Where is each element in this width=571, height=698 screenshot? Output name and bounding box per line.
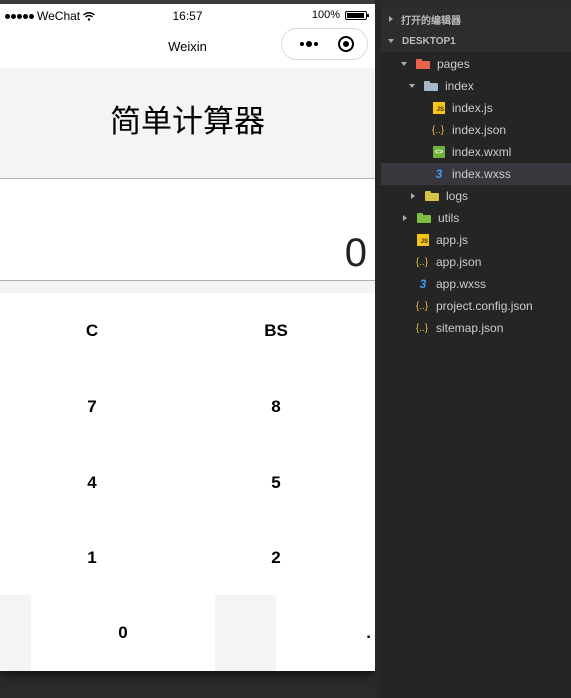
json-file-icon: {..} bbox=[415, 256, 429, 268]
wxss-file-icon: 3 bbox=[419, 277, 427, 291]
key-2[interactable]: 2 bbox=[184, 521, 368, 595]
project-label: DESKTOP1 bbox=[402, 35, 456, 47]
js-file-icon: JS bbox=[417, 234, 429, 246]
tree-item-label: sitemap.json bbox=[436, 321, 504, 335]
tree-item-utils[interactable]: utils bbox=[381, 207, 571, 229]
key-4[interactable]: 4 bbox=[0, 445, 184, 521]
tree-item-index-js[interactable]: JS index.js bbox=[381, 97, 571, 119]
keypad-gap bbox=[0, 281, 375, 293]
chevron-right-icon bbox=[389, 16, 393, 22]
tree-item-project-config[interactable]: {..} project.config.json bbox=[381, 295, 571, 317]
folder-pages-icon bbox=[416, 59, 430, 69]
key-1[interactable]: 1 bbox=[0, 521, 184, 595]
tree-item-label: index bbox=[445, 79, 474, 93]
tree-item-label: logs bbox=[446, 189, 469, 203]
key-0[interactable]: 0 bbox=[31, 595, 215, 671]
project-section[interactable]: DESKTOP1 bbox=[381, 30, 571, 52]
tree-item-index-wxss[interactable]: 3 index.wxss bbox=[381, 163, 571, 185]
battery-percent: 100% bbox=[311, 9, 340, 21]
tree-item-app-wxss[interactable]: 3 app.wxss bbox=[381, 273, 571, 295]
nav-bar: Weixin bbox=[0, 26, 375, 68]
more-dots-icon[interactable] bbox=[292, 29, 326, 59]
file-explorer: 打开的编辑器 DESKTOP1 pages index JS index.js … bbox=[381, 8, 571, 698]
simulator-phone: WeChat 16:57 100% Weixin 简单计算器 0 C BS 7 … bbox=[0, 0, 375, 671]
chevron-down-icon bbox=[409, 84, 415, 88]
display-value: 0 bbox=[344, 231, 367, 275]
tree-item-app-json[interactable]: {..} app.json bbox=[381, 251, 571, 273]
page-title: 简单计算器 bbox=[110, 104, 265, 139]
status-right: 100% bbox=[311, 9, 369, 21]
tree-item-label: app.json bbox=[436, 255, 482, 269]
menu-capsule bbox=[281, 28, 368, 60]
tree-item-label: index.js bbox=[452, 101, 493, 115]
tree-item-label: app.js bbox=[436, 233, 469, 247]
key-8[interactable]: 8 bbox=[184, 369, 368, 445]
chevron-down-icon bbox=[401, 62, 407, 66]
tree-item-index-folder[interactable]: index bbox=[381, 75, 571, 97]
key-decimal[interactable]: . bbox=[276, 595, 375, 671]
json-file-icon: {..} bbox=[431, 124, 445, 136]
title-area: 简单计算器 bbox=[0, 68, 375, 178]
tree-item-label: utils bbox=[438, 211, 460, 225]
chevron-down-icon bbox=[388, 39, 394, 43]
js-file-icon: JS bbox=[433, 102, 445, 114]
open-editors-section[interactable]: 打开的编辑器 bbox=[381, 8, 571, 30]
json-file-icon: {..} bbox=[415, 300, 429, 312]
tree-item-logs[interactable]: logs bbox=[381, 185, 571, 207]
folder-open-icon bbox=[424, 81, 438, 91]
tree-item-index-json[interactable]: {..} index.json bbox=[381, 119, 571, 141]
status-bar: WeChat 16:57 100% bbox=[0, 4, 375, 26]
tree-item-pages[interactable]: pages bbox=[381, 53, 571, 75]
wxss-file-icon: 3 bbox=[435, 167, 443, 181]
tree-item-label: index.wxml bbox=[452, 145, 512, 159]
calculator-display: 0 bbox=[0, 179, 375, 280]
open-editors-label: 打开的编辑器 bbox=[401, 15, 461, 27]
tree-item-sitemap[interactable]: {..} sitemap.json bbox=[381, 317, 571, 339]
tree-item-label: index.json bbox=[452, 123, 507, 137]
wxml-file-icon: <> bbox=[433, 146, 445, 158]
key-backspace[interactable]: BS bbox=[184, 293, 368, 369]
chevron-right-icon bbox=[411, 193, 415, 199]
tree-item-label: app.wxss bbox=[436, 277, 487, 291]
key-clear[interactable]: C bbox=[0, 293, 184, 369]
key-7[interactable]: 7 bbox=[0, 369, 184, 445]
key-5[interactable]: 5 bbox=[184, 445, 368, 521]
tree-item-label: project.config.json bbox=[436, 299, 533, 313]
battery-icon bbox=[345, 10, 369, 20]
folder-icon bbox=[417, 213, 431, 223]
folder-icon bbox=[425, 191, 439, 201]
json-file-icon: {..} bbox=[415, 322, 429, 334]
tree-item-app-js[interactable]: JS app.js bbox=[381, 229, 571, 251]
tree-item-label: pages bbox=[437, 57, 470, 71]
tree-item-label: index.wxss bbox=[452, 167, 511, 181]
capsule-close-icon[interactable] bbox=[338, 36, 354, 52]
chevron-right-icon bbox=[403, 215, 407, 221]
tree-item-index-wxml[interactable]: <> index.wxml bbox=[381, 141, 571, 163]
